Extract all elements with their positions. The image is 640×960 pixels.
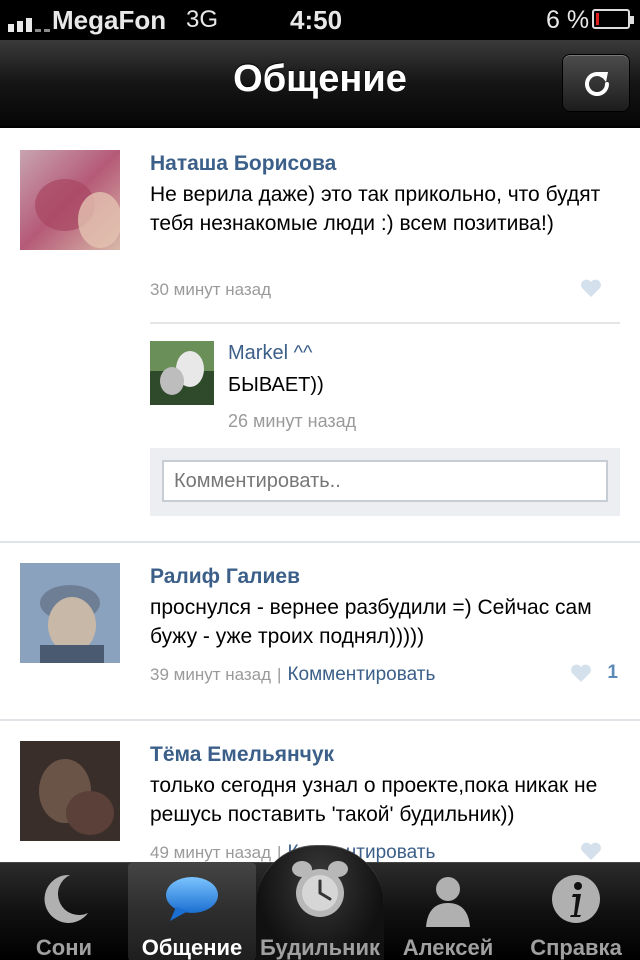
post-author[interactable]: Ралиф Галиев [150,565,300,589]
post-meta: 39 минут назад | Комментировать [150,664,435,686]
tab-label: Сони [35,935,93,960]
meta-separator: | [277,665,282,684]
tab-obshchenie[interactable]: Общение [128,863,256,960]
carrier-label: MegaFon [52,5,167,35]
post-time: 49 минут назад [150,843,272,862]
comment-input[interactable] [162,460,608,502]
signal-icon [8,12,50,32]
status-bar: MegaFon 3G 4:50 6 % [0,0,640,40]
info-icon [552,875,600,923]
post-text: проснулся - вернее разбудили =) Сейчас с… [150,596,592,648]
network-label: 3G [186,6,219,33]
like-count: 1 [607,662,618,683]
refresh-icon [585,72,609,96]
avatar[interactable] [20,150,122,250]
post-text: Не верила даже) это так прикольно, что б… [150,183,601,235]
avatar[interactable] [20,563,120,663]
tab-soni[interactable]: Сони [0,863,128,960]
speech-bubble-icon [166,877,218,921]
post-time: 30 минут назад [150,280,272,299]
nav-bar: Общение [0,40,640,128]
clock: 4:50 [290,5,343,35]
battery-percent: 6 % [546,6,590,34]
comment-link[interactable]: Комментировать [287,664,435,685]
tab-label: Общение [141,935,243,960]
reply-text: БЫВАЕТ)) [228,374,324,396]
page-title: Общение [233,58,407,100]
post-text: только сегодня узнал о проекте,пока ника… [150,774,598,826]
tab-budilnik[interactable]: Будильник [256,861,384,960]
tab-label: Алексей [402,935,494,960]
refresh-button[interactable] [562,54,630,112]
post-item: Наташа Борисова Не верила даже) это так … [0,130,640,542]
post-item: Ралиф Галиев проснулся - вернее разбудил… [0,543,640,719]
person-icon [426,877,470,927]
divider [150,322,620,324]
tab-label: Будильник [259,935,381,960]
tab-aleksey[interactable]: Алексей [384,863,512,960]
post-time: 39 минут назад [150,665,272,684]
tab-spravka[interactable]: Справка [512,863,640,960]
post-author[interactable]: Наташа Борисова [150,152,336,176]
heart-icon[interactable] [580,841,602,861]
battery-level [596,13,599,25]
tab-bar: Сони Общение Будильник Алексей Справка [0,845,640,960]
tab-label: Справка [530,935,622,960]
reply-avatar[interactable] [150,341,214,405]
alarm-clock-icon [292,861,348,917]
moon-icon [44,874,88,923]
comment-box [150,448,620,516]
heart-icon[interactable] [570,663,592,683]
reply-time: 26 минут назад [228,411,357,431]
feed[interactable]: Наташа Борисова Не верила даже) это так … [0,130,640,862]
heart-icon[interactable] [580,278,602,298]
reply-author[interactable]: Markel ^^ [228,342,312,365]
battery-icon [592,9,634,29]
post-author[interactable]: Тёма Емельянчук [150,743,334,767]
avatar[interactable] [20,741,120,841]
post-item: Тёма Емельянчук только сегодня узнал о п… [0,721,640,862]
